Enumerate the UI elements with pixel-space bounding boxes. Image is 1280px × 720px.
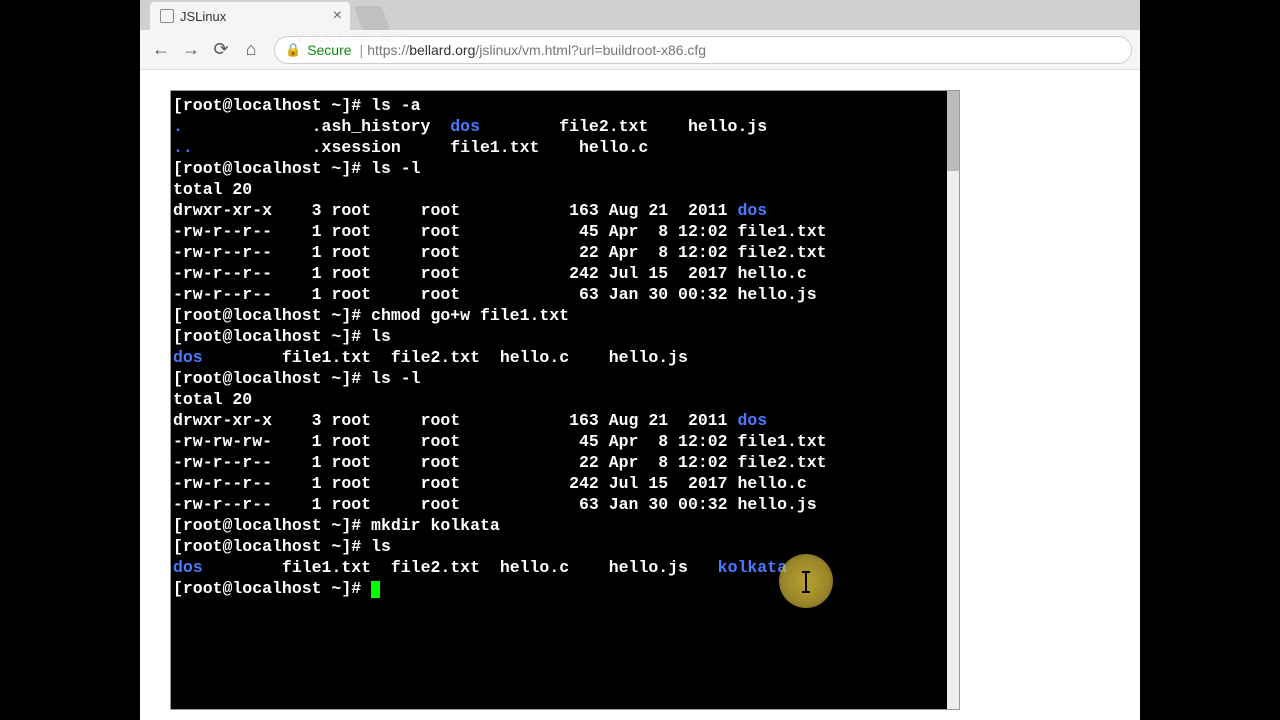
url-path: /jslinux/vm.html?url=buildroot-x86.cfg — [475, 42, 706, 58]
back-button[interactable]: ← — [148, 37, 174, 63]
text-cursor-icon — [805, 571, 807, 593]
terminal-container: [root@localhost ~]# ls -a . .ash_history… — [170, 90, 960, 710]
letterbox-right — [1140, 0, 1280, 720]
url-protocol: https:// — [367, 42, 409, 58]
tab-title: JSLinux — [180, 9, 226, 24]
url-bar[interactable]: 🔒 Secure | https://bellard.org/jslinux/v… — [274, 36, 1132, 64]
browser-tab[interactable]: JSLinux × — [150, 2, 350, 30]
new-tab-button[interactable] — [354, 6, 391, 30]
browser-toolbar: ← → ⟳ ⌂ 🔒 Secure | https://bellard.org/j… — [140, 30, 1140, 70]
terminal-cursor — [371, 581, 380, 598]
browser-window: Movavi VC Video Converter JSLinux × ← → … — [140, 0, 1140, 720]
page-content: [root@localhost ~]# ls -a . .ash_history… — [140, 70, 1140, 720]
click-highlight-icon — [779, 554, 833, 608]
terminal-scrollbar[interactable] — [947, 91, 959, 709]
letterbox-left — [0, 0, 140, 720]
scrollbar-thumb[interactable] — [947, 91, 959, 171]
tab-bar: JSLinux × — [140, 0, 1140, 30]
close-icon[interactable]: × — [333, 7, 342, 25]
secure-label: Secure — [307, 42, 351, 58]
lock-icon: 🔒 — [285, 42, 301, 58]
url-domain: bellard.org — [409, 42, 475, 58]
forward-button[interactable]: → — [178, 37, 204, 63]
reload-button[interactable]: ⟳ — [208, 37, 234, 63]
url-separator: | — [360, 42, 364, 58]
home-button[interactable]: ⌂ — [238, 37, 264, 63]
terminal[interactable]: [root@localhost ~]# ls -a . .ash_history… — [171, 91, 947, 709]
page-icon — [160, 9, 174, 23]
